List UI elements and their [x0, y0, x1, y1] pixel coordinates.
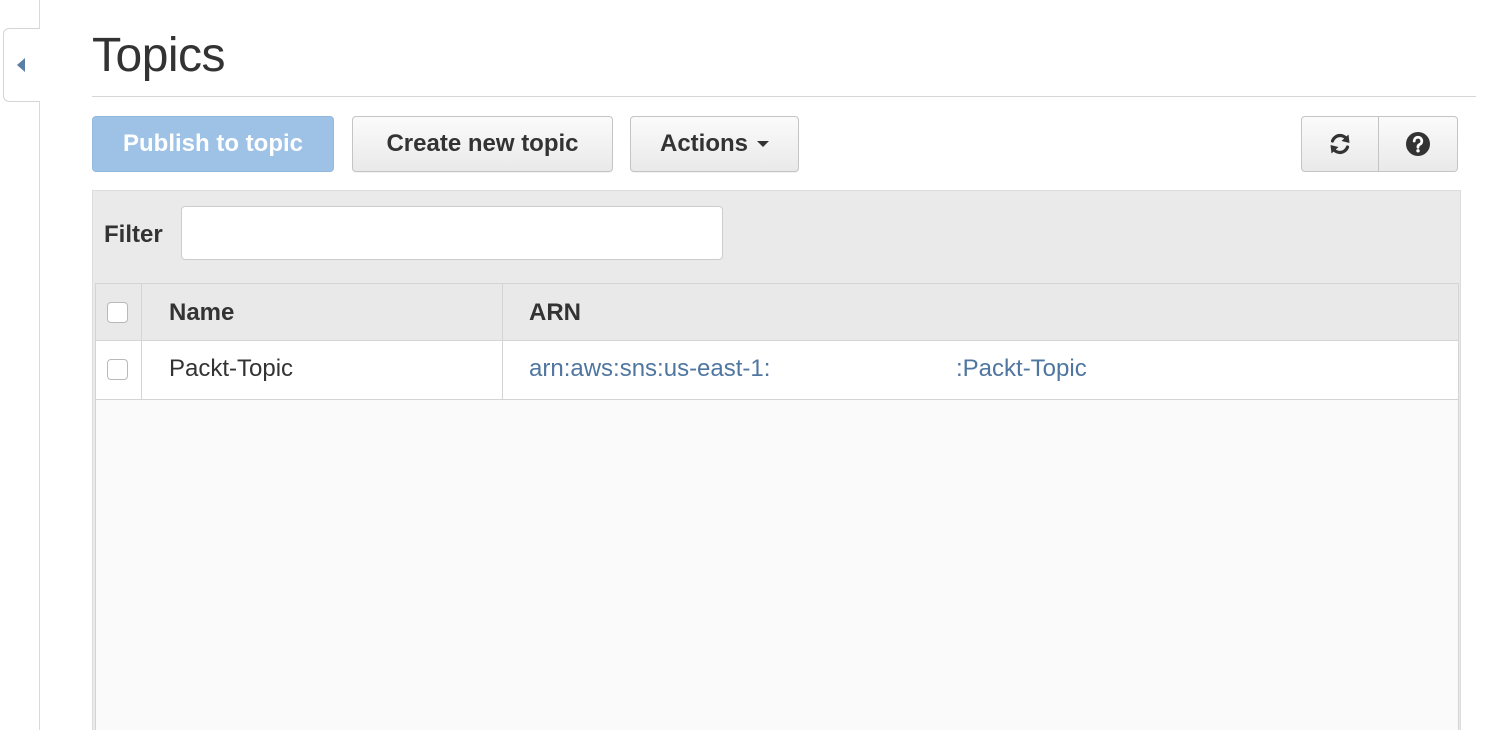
column-header-arn[interactable]: ARN	[529, 299, 581, 327]
row-checkbox[interactable]	[107, 359, 128, 380]
help-icon	[1406, 132, 1430, 156]
topics-panel: Filter Name ARN Packt-Topic arn:aws:sns:…	[92, 190, 1461, 730]
help-button[interactable]	[1379, 116, 1458, 172]
topic-name: Packt-Topic	[169, 355, 294, 382]
topics-table: Name ARN Packt-Topic arn:aws:sns:us-east…	[95, 283, 1459, 730]
actions-dropdown-button[interactable]: Actions	[630, 116, 799, 172]
topics-page: Topics Publish to topic Create new topic…	[0, 0, 1499, 730]
sidebar-border	[39, 0, 40, 730]
refresh-icon	[1330, 133, 1350, 155]
create-new-topic-button[interactable]: Create new topic	[352, 116, 613, 172]
column-divider	[141, 284, 142, 340]
column-divider	[502, 284, 503, 340]
caret-left-icon	[17, 58, 25, 72]
topic-arn-link-prefix[interactable]: arn:aws:sns:us-east-1:	[529, 355, 770, 383]
publish-to-topic-button[interactable]: Publish to topic	[92, 116, 334, 172]
chevron-down-icon	[757, 141, 769, 147]
sidebar-collapse-toggle[interactable]	[3, 28, 40, 102]
refresh-button[interactable]	[1301, 116, 1379, 172]
actions-label: Actions	[659, 130, 748, 157]
column-divider	[141, 341, 142, 399]
table-row[interactable]: Packt-Topic arn:aws:sns:us-east-1: :Pack…	[96, 341, 1458, 400]
filter-input[interactable]	[181, 206, 723, 260]
filter-label: Filter	[104, 221, 163, 248]
table-header-row: Name ARN	[96, 284, 1458, 341]
column-divider	[502, 341, 503, 399]
page-title: Topics	[92, 29, 226, 82]
topic-arn-link-suffix[interactable]: :Packt-Topic	[956, 355, 1087, 383]
column-header-name[interactable]: Name	[169, 299, 234, 327]
select-all-checkbox[interactable]	[107, 302, 128, 323]
utility-button-group	[1301, 116, 1458, 172]
title-divider	[92, 96, 1476, 97]
